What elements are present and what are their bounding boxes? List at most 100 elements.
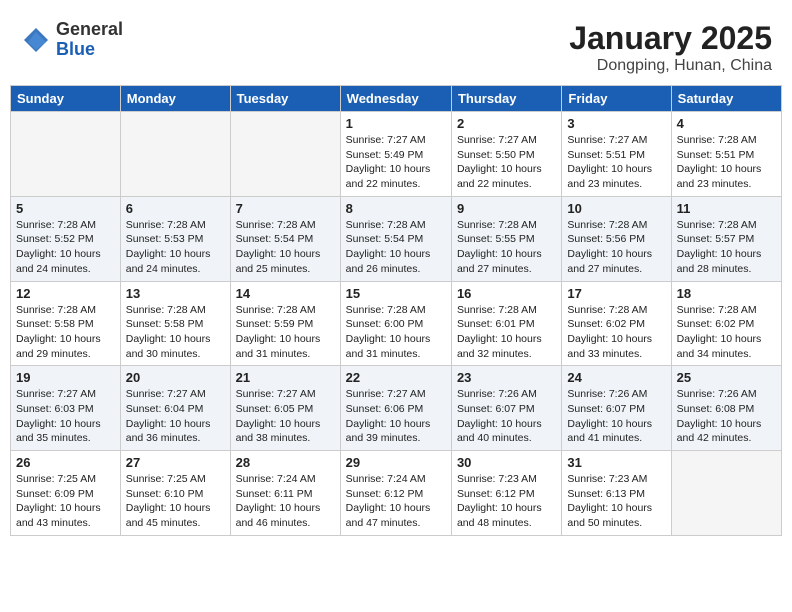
day-info: Sunrise: 7:26 AMSunset: 6:08 PMDaylight:… [677,387,776,446]
calendar-cell: 13 Sunrise: 7:28 AMSunset: 5:58 PMDayligh… [120,281,230,366]
calendar-cell [120,112,230,197]
day-info: Sunrise: 7:26 AMSunset: 6:07 PMDaylight:… [567,387,665,446]
day-number: 30 [457,455,556,470]
day-info: Sunrise: 7:26 AMSunset: 6:07 PMDaylight:… [457,387,556,446]
day-info: Sunrise: 7:28 AMSunset: 5:56 PMDaylight:… [567,218,665,277]
day-info: Sunrise: 7:23 AMSunset: 6:12 PMDaylight:… [457,472,556,531]
calendar-cell: 8 Sunrise: 7:28 AMSunset: 5:54 PMDaylight… [340,196,451,281]
day-number: 20 [126,370,225,385]
day-number: 15 [346,286,446,301]
day-info: Sunrise: 7:28 AMSunset: 6:02 PMDaylight:… [567,303,665,362]
day-info: Sunrise: 7:28 AMSunset: 5:59 PMDaylight:… [236,303,335,362]
weekday-header-row: SundayMondayTuesdayWednesdayThursdayFrid… [11,86,782,112]
day-number: 25 [677,370,776,385]
day-number: 26 [16,455,115,470]
day-number: 11 [677,201,776,216]
day-info: Sunrise: 7:28 AMSunset: 5:51 PMDaylight:… [677,133,776,192]
calendar-cell: 10Sunrise: 7:28 AMSunset: 5:56 PMDayligh… [562,196,671,281]
day-number: 17 [567,286,665,301]
month-title: January 2025 [569,20,772,57]
weekday-header-wednesday: Wednesday [340,86,451,112]
day-number: 13 [126,286,225,301]
calendar-cell: 23Sunrise: 7:26 AMSunset: 6:07 PMDayligh… [451,366,561,451]
day-info: Sunrise: 7:27 AMSunset: 5:49 PMDaylight:… [346,133,446,192]
weekday-header-monday: Monday [120,86,230,112]
weekday-header-saturday: Saturday [671,86,781,112]
day-info: Sunrise: 7:28 AMSunset: 6:02 PMDaylight:… [677,303,776,362]
calendar-cell: 18 Sunrise: 7:28 AMSunset: 6:02 PMDayligh… [671,281,781,366]
calendar-cell: 14 Sunrise: 7:28 AMSunset: 5:59 PMDayligh… [230,281,340,366]
calendar-cell: 1Sunrise: 7:27 AMSunset: 5:49 PMDaylight… [340,112,451,197]
day-info: Sunrise: 7:28 AMSunset: 5:53 PMDaylight:… [126,218,225,277]
day-number: 16 [457,286,556,301]
day-info: Sunrise: 7:25 AMSunset: 6:09 PMDaylight:… [16,472,115,531]
day-info: Sunrise: 7:27 AMSunset: 6:05 PMDaylight:… [236,387,335,446]
logo-blue-text: Blue [56,40,123,60]
day-info: Sunrise: 7:25 AMSunset: 6:10 PMDaylight:… [126,472,225,531]
calendar-cell: 26 Sunrise: 7:25 AMSunset: 6:09 PMDayligh… [11,451,121,536]
calendar-cell [230,112,340,197]
weekday-header-thursday: Thursday [451,86,561,112]
day-number: 12 [16,286,115,301]
day-info: Sunrise: 7:28 AMSunset: 5:58 PMDaylight:… [16,303,115,362]
calendar-cell: 9Sunrise: 7:28 AMSunset: 5:55 PMDaylight… [451,196,561,281]
day-info: Sunrise: 7:24 AMSunset: 6:11 PMDaylight:… [236,472,335,531]
title-block: January 2025 Dongping, Hunan, China [569,20,772,75]
day-number: 9 [457,201,556,216]
day-number: 29 [346,455,446,470]
logo-icon [20,24,52,56]
calendar-cell: 28Sunrise: 7:24 AMSunset: 6:11 PMDayligh… [230,451,340,536]
calendar-cell: 21 Sunrise: 7:27 AMSunset: 6:05 PMDayligh… [230,366,340,451]
calendar-cell: 2Sunrise: 7:27 AMSunset: 5:50 PMDaylight… [451,112,561,197]
day-number: 27 [126,455,225,470]
day-number: 6 [126,201,225,216]
calendar-cell: 22 Sunrise: 7:27 AMSunset: 6:06 PMDayligh… [340,366,451,451]
day-info: Sunrise: 7:27 AMSunset: 6:06 PMDaylight:… [346,387,446,446]
week-row-4: 19Sunrise: 7:27 AMSunset: 6:03 PMDayligh… [11,366,782,451]
calendar-cell: 19Sunrise: 7:27 AMSunset: 6:03 PMDayligh… [11,366,121,451]
week-row-3: 12 Sunrise: 7:28 AMSunset: 5:58 PMDayligh… [11,281,782,366]
week-row-5: 26 Sunrise: 7:25 AMSunset: 6:09 PMDayligh… [11,451,782,536]
calendar-cell: 31 Sunrise: 7:23 AMSunset: 6:13 PMDayligh… [562,451,671,536]
calendar-cell: 24 Sunrise: 7:26 AMSunset: 6:07 PMDayligh… [562,366,671,451]
day-info: Sunrise: 7:27 AMSunset: 6:04 PMDaylight:… [126,387,225,446]
logo-general-text: General [56,20,123,40]
page-header: General Blue January 2025 Dongping, Huna… [10,10,782,80]
calendar-cell: 4 Sunrise: 7:28 AMSunset: 5:51 PMDaylight… [671,112,781,197]
weekday-header-tuesday: Tuesday [230,86,340,112]
day-number: 3 [567,116,665,131]
day-number: 19 [16,370,115,385]
day-info: Sunrise: 7:23 AMSunset: 6:13 PMDaylight:… [567,472,665,531]
calendar-cell: 12 Sunrise: 7:28 AMSunset: 5:58 PMDayligh… [11,281,121,366]
calendar-table: SundayMondayTuesdayWednesdayThursdayFrid… [10,85,782,536]
day-info: Sunrise: 7:28 AMSunset: 6:00 PMDaylight:… [346,303,446,362]
day-info: Sunrise: 7:24 AMSunset: 6:12 PMDaylight:… [346,472,446,531]
day-number: 4 [677,116,776,131]
day-number: 24 [567,370,665,385]
calendar-cell: 11Sunrise: 7:28 AMSunset: 5:57 PMDayligh… [671,196,781,281]
location: Dongping, Hunan, China [569,57,772,75]
week-row-1: 1Sunrise: 7:27 AMSunset: 5:49 PMDaylight… [11,112,782,197]
day-info: Sunrise: 7:27 AMSunset: 5:50 PMDaylight:… [457,133,556,192]
calendar-cell: 16Sunrise: 7:28 AMSunset: 6:01 PMDayligh… [451,281,561,366]
day-number: 7 [236,201,335,216]
weekday-header-sunday: Sunday [11,86,121,112]
day-number: 18 [677,286,776,301]
day-info: Sunrise: 7:28 AMSunset: 5:54 PMDaylight:… [346,218,446,277]
day-number: 5 [16,201,115,216]
day-number: 22 [346,370,446,385]
day-number: 14 [236,286,335,301]
day-info: Sunrise: 7:28 AMSunset: 5:58 PMDaylight:… [126,303,225,362]
week-row-2: 5Sunrise: 7:28 AMSunset: 5:52 PMDaylight… [11,196,782,281]
calendar-cell [671,451,781,536]
day-number: 8 [346,201,446,216]
calendar-cell: 3 Sunrise: 7:27 AMSunset: 5:51 PMDaylight… [562,112,671,197]
calendar-cell: 7Sunrise: 7:28 AMSunset: 5:54 PMDaylight… [230,196,340,281]
day-number: 21 [236,370,335,385]
calendar-cell: 20 Sunrise: 7:27 AMSunset: 6:04 PMDayligh… [120,366,230,451]
calendar-cell: 29 Sunrise: 7:24 AMSunset: 6:12 PMDayligh… [340,451,451,536]
weekday-header-friday: Friday [562,86,671,112]
day-info: Sunrise: 7:27 AMSunset: 5:51 PMDaylight:… [567,133,665,192]
day-number: 31 [567,455,665,470]
calendar-cell [11,112,121,197]
